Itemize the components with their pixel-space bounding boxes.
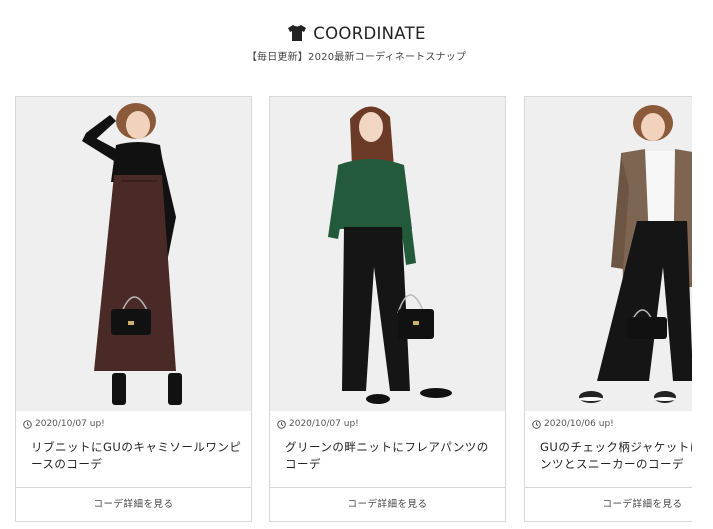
outfit-illustration-2 (270, 97, 505, 411)
coordinate-photo[interactable] (16, 97, 251, 411)
view-coordinate-button[interactable]: コーデ詳細を見る (270, 487, 505, 521)
post-date-text: 2020/10/07 up! (289, 419, 359, 429)
post-date: 2020/10/07 up! (277, 419, 359, 429)
coordinate-card[interactable]: 2020/10/07 up! グリーンの畔ニットにフレアパンツのコーデ コーデ詳… (269, 96, 506, 522)
card-title[interactable]: グリーンの畔ニットにフレアパンツのコーデ (285, 439, 497, 473)
coordinate-carousel[interactable]: 2020/10/07 up! リブニットにGUのキャミソールワンピースのコーデ … (0, 96, 692, 526)
clock-icon (277, 419, 286, 429)
view-coordinate-button[interactable]: コーデ詳細を見る (16, 487, 251, 521)
section-title-row: COORDINATE (0, 22, 713, 44)
card-title[interactable]: GUのチェック柄ジャケットにワイドパンツとスニーカーのコーデ (540, 439, 692, 473)
clock-icon (532, 419, 541, 429)
section-subtitle: 【毎日更新】2020最新コーディネートスナップ (246, 52, 467, 63)
clock-icon (23, 419, 32, 429)
outfit-illustration-3 (525, 97, 692, 411)
post-date-text: 2020/10/07 up! (35, 419, 105, 429)
tshirt-icon (287, 24, 307, 42)
view-coordinate-button[interactable]: コーデ詳細を見る (525, 487, 692, 521)
post-date-text: 2020/10/06 up! (544, 419, 614, 429)
coordinate-card[interactable]: 2020/10/07 up! リブニットにGUのキャミソールワンピースのコーデ … (15, 96, 252, 522)
post-date: 2020/10/07 up! (23, 419, 105, 429)
outfit-illustration-1 (16, 97, 251, 411)
card-title[interactable]: リブニットにGUのキャミソールワンピースのコーデ (31, 439, 243, 473)
post-date: 2020/10/06 up! (532, 419, 614, 429)
coordinate-photo[interactable] (525, 97, 692, 411)
coordinate-card[interactable]: 2020/10/06 up! GUのチェック柄ジャケットにワイドパンツとスニーカ… (524, 96, 692, 522)
coordinate-photo[interactable] (270, 97, 505, 411)
section-header: COORDINATE 【毎日更新】2020最新コーディネートスナップ (0, 22, 713, 64)
section-title: COORDINATE (313, 23, 426, 43)
